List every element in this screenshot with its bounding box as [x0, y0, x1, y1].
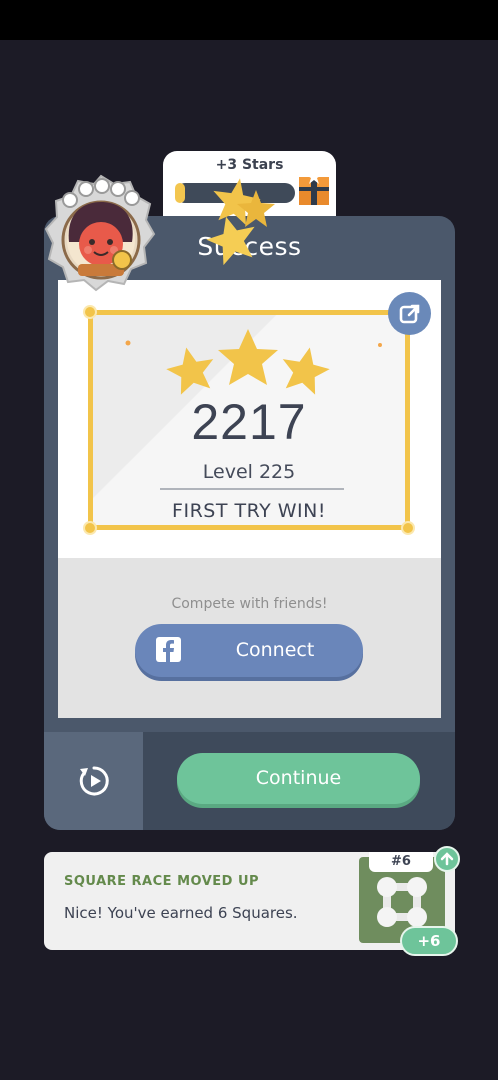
share-external-icon [399, 304, 419, 323]
race-message: Nice! You've earned 6 Squares. [64, 904, 298, 922]
level-label: Level 225 [202, 461, 296, 483]
connect-label: Connect [235, 639, 315, 661]
frame-corner [83, 521, 97, 535]
continue-button[interactable]: Continue [177, 753, 420, 804]
facebook-icon [156, 637, 181, 662]
gift-box-icon [299, 169, 329, 205]
race-rank: #6 [369, 852, 433, 872]
arrow-up-icon [434, 846, 460, 872]
level-result-card: Success 2217 Level 225 FIRST TRY WIN! Co… [44, 216, 455, 830]
facebook-connect-button[interactable]: Connect [135, 624, 363, 677]
divider [160, 488, 344, 490]
replay-button[interactable] [44, 732, 143, 830]
squares-bonus-badge: +6 [400, 926, 458, 956]
avatar-badge [44, 174, 156, 292]
compete-prompt: Compete with friends! [171, 596, 328, 612]
status-bar [0, 0, 498, 40]
achievement-label: FIRST TRY WIN! [172, 500, 326, 522]
frame-corner [401, 521, 415, 535]
score-frame: 2217 Level 225 FIRST TRY WIN! [83, 305, 415, 535]
race-title: SQUARE RACE MOVED UP [64, 874, 260, 889]
square-race-card: SQUARE RACE MOVED UP Nice! You've earned… [44, 846, 460, 956]
flying-stars-icon [206, 178, 275, 266]
action-bar: Continue [44, 732, 455, 830]
score-value: 2217 [191, 394, 307, 450]
frame-corner [83, 305, 97, 319]
replay-icon [79, 766, 109, 796]
result-panel: 2217 Level 225 FIRST TRY WIN! Compete wi… [58, 280, 441, 718]
share-button[interactable] [388, 292, 431, 335]
stars-progress-fill [175, 183, 185, 203]
